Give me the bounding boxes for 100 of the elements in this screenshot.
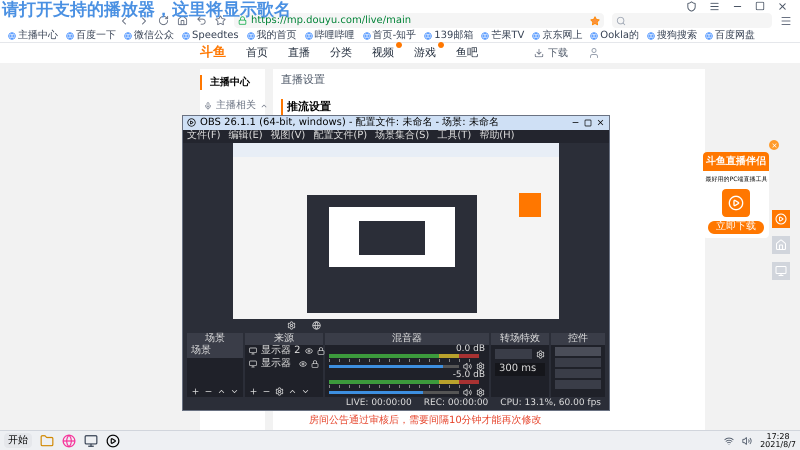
monitor-icon — [249, 360, 257, 368]
notice-text: 房间公告通过审核后，需要间隔10分钟才能再次修改 — [308, 414, 543, 428]
speaker-icon[interactable] — [463, 362, 472, 371]
obs-logo-icon — [187, 118, 196, 128]
move-down-icon[interactable] — [301, 387, 310, 396]
maximize-icon[interactable] — [755, 1, 765, 11]
bookmark-item[interactable]: 百度网盘 — [704, 30, 755, 40]
bookmark-item[interactable]: 京东网上 — [532, 30, 582, 40]
globe-icon — [704, 32, 713, 40]
globe-icon — [124, 32, 132, 40]
dock-title: 转场特效 — [491, 332, 549, 345]
bookmark-item[interactable]: Ookla的 — [590, 30, 639, 40]
menu-item[interactable]: 场景集合(S) — [375, 131, 430, 142]
lock-icon[interactable] — [311, 360, 319, 368]
move-up-icon[interactable] — [217, 387, 226, 396]
lock-icon[interactable] — [316, 347, 325, 356]
app-logo-icon — [722, 189, 750, 217]
move-down-icon[interactable] — [230, 387, 239, 396]
menu-item[interactable]: 编辑(E) — [228, 131, 263, 142]
globe-icon — [590, 32, 598, 40]
dock-title: 混音器 — [325, 332, 489, 345]
move-up-icon[interactable] — [288, 387, 297, 396]
search-icon — [616, 16, 626, 26]
settings-icon[interactable] — [275, 387, 284, 396]
add-icon[interactable] — [249, 387, 258, 396]
search-field[interactable] — [612, 13, 772, 28]
scene-item[interactable]: 场景 — [187, 345, 243, 358]
clock-time: 17:28 — [766, 432, 790, 440]
avatar-icon[interactable] — [588, 47, 600, 59]
bookmark-item[interactable]: 百度一下 — [66, 30, 116, 40]
start-button[interactable]: 开始 — [4, 433, 32, 448]
volume-reading: 0.0 dB — [456, 345, 485, 354]
duration-field[interactable]: 300 ms — [495, 363, 545, 376]
menu-icon[interactable] — [780, 14, 792, 26]
cpu-status: CPU: 13.1%, 60.00 fps — [500, 396, 601, 410]
maximize-icon[interactable] — [584, 118, 592, 127]
play-button[interactable] — [772, 210, 790, 228]
home-icon — [775, 239, 787, 251]
globe-icon — [304, 32, 313, 40]
nav-link[interactable]: 视频 — [372, 44, 394, 62]
download-icon[interactable] — [534, 48, 544, 58]
clock-date: 2021/8/7 — [760, 440, 796, 448]
bookmark-item[interactable]: 139邮箱 — [424, 30, 474, 40]
bookmark-item[interactable]: 我的首页 — [246, 30, 297, 40]
menu-item[interactable]: 视图(V) — [270, 131, 306, 142]
nav-link[interactable]: 游戏 — [414, 44, 436, 62]
nav-link[interactable]: 鱼吧 — [456, 44, 478, 62]
download-link[interactable]: 下载 — [548, 46, 568, 60]
nav-link[interactable]: 首页 — [246, 44, 268, 62]
lock-icon — [238, 16, 247, 25]
folder-icon[interactable] — [40, 434, 54, 448]
globe-icon — [362, 32, 371, 40]
source-item[interactable]: 显示器 — [245, 358, 323, 370]
close-icon[interactable] — [777, 0, 788, 12]
browser-icon[interactable] — [62, 434, 76, 448]
bookmark-item[interactable]: 微信公众 — [124, 30, 174, 40]
globe-icon — [481, 32, 490, 40]
nav-link[interactable]: 直播 — [288, 44, 310, 62]
settings-icon[interactable] — [476, 362, 485, 371]
speaker-icon — [742, 436, 752, 446]
dock-title: 来源 — [245, 332, 323, 345]
speaker-icon[interactable] — [463, 388, 472, 397]
bookmark-item[interactable]: Speedtes — [182, 30, 239, 40]
dock-title: 控件 — [550, 332, 605, 345]
bookmark-item[interactable]: 搜狗搜索 — [646, 30, 697, 40]
window-title: OBS 26.1.1 (64-bit, windows) - 配置文件: 未命名 - 场景: 未命名 — [200, 118, 499, 128]
settings-icon[interactable] — [287, 321, 296, 330]
monitor-icon — [775, 265, 787, 277]
menu-item[interactable]: 文件(F) — [187, 131, 221, 142]
globe-icon — [8, 32, 16, 40]
add-icon[interactable] — [191, 387, 200, 396]
play-icon — [775, 213, 787, 225]
page-title: 直播设置 — [281, 72, 326, 88]
bookmark-item[interactable]: 哔哩哔哩 — [304, 30, 355, 40]
sidebar-group[interactable]: 主播相关 — [216, 98, 256, 113]
volume-reading: -5.0 dB — [452, 371, 485, 380]
bookmark-item[interactable]: 主播中心 — [8, 30, 58, 40]
close-icon[interactable] — [596, 118, 605, 128]
globe-icon — [646, 32, 655, 40]
menu-item[interactable]: 工具(T) — [437, 131, 472, 142]
settings-icon[interactable] — [536, 350, 545, 358]
record-icon[interactable] — [106, 434, 120, 448]
menu-item[interactable]: 配置文件(P) — [313, 131, 368, 142]
eye-icon[interactable] — [304, 347, 313, 356]
globe-icon — [246, 32, 255, 40]
settings-icon[interactable] — [476, 388, 485, 397]
star-icon[interactable] — [590, 16, 600, 26]
globe-icon — [424, 32, 432, 40]
menu-item[interactable]: 帮助(H) — [479, 131, 515, 142]
promo-title: 斗鱼直播伴侣 — [703, 152, 769, 171]
source-item[interactable]: 显示器 2 — [245, 345, 323, 358]
menu-icon[interactable] — [709, 0, 720, 12]
bookmark-item[interactable]: 首页-知乎 — [362, 30, 416, 40]
volume-slider[interactable] — [329, 391, 459, 394]
sidebar-title: 主播中心 — [200, 75, 265, 90]
eye-icon[interactable] — [299, 360, 307, 368]
bookmark-item[interactable]: 芒果TV — [481, 30, 524, 40]
nav-link[interactable]: 分类 — [330, 44, 352, 62]
shield-icon[interactable] — [686, 0, 697, 12]
monitor-icon[interactable] — [84, 434, 98, 448]
